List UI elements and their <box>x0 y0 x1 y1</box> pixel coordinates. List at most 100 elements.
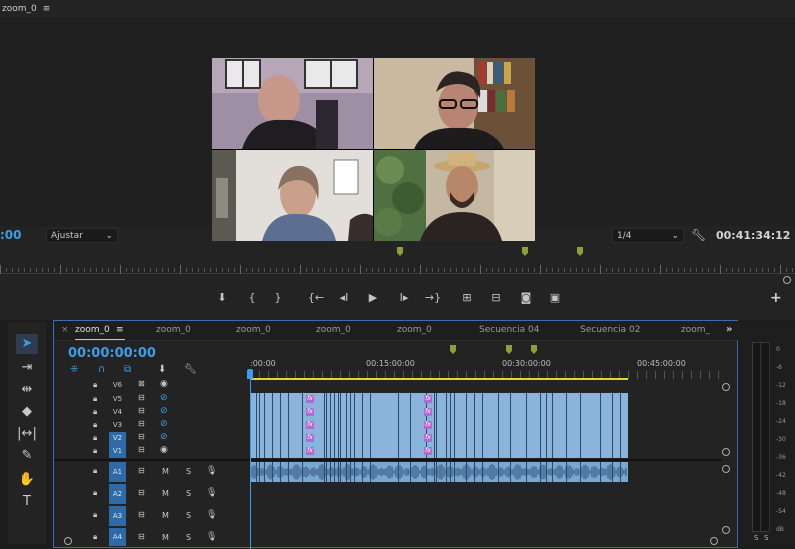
tab-menu-icon[interactable]: ≡ <box>116 325 124 335</box>
monitor-title[interactable]: zoom_0 <box>2 4 37 14</box>
slip-icon[interactable]: |↔| <box>16 424 38 444</box>
step-back-icon[interactable]: ◂Ⅰ <box>334 290 354 306</box>
mute-button[interactable]: M <box>162 533 169 542</box>
lock-icon[interactable]: 🔒︎ <box>93 446 97 456</box>
playhead-timecode[interactable]: :00 <box>0 228 22 242</box>
eye-off-icon[interactable]: ⊘ <box>160 432 168 442</box>
tab-sequence-4[interactable]: zoom_0 <box>316 325 351 335</box>
clip-strip[interactable]: fx fx <box>250 445 628 458</box>
marker[interactable] <box>577 247 583 256</box>
step-forward-icon[interactable]: Ⅰ▸ <box>394 290 414 306</box>
sync-lock-icon[interactable]: ⊠ <box>138 379 145 388</box>
track-select-icon[interactable]: ⇥ <box>16 358 38 378</box>
sync-lock-icon[interactable]: ⊟ <box>138 466 145 475</box>
eye-icon[interactable]: ◉ <box>160 445 168 455</box>
lock-icon[interactable]: 🔒︎ <box>93 394 97 404</box>
fx-badge[interactable]: fx <box>424 408 432 416</box>
ripple-edit-icon[interactable]: ⇹ <box>16 380 38 400</box>
add-icon[interactable]: + <box>770 290 782 306</box>
playback-resolution-select[interactable]: 1/4 ⌄ <box>612 228 684 243</box>
sync-lock-icon[interactable]: ⊟ <box>138 419 145 428</box>
solo-left-button[interactable]: S <box>754 534 758 542</box>
tab-sequence-7[interactable]: Secuencia 02 <box>580 325 640 335</box>
clip-strip[interactable]: fx fx <box>250 432 628 445</box>
track-name[interactable]: A4 <box>109 528 126 546</box>
zoom-fit-select[interactable]: Ajustar ⌄ <box>46 228 118 243</box>
solo-button[interactable]: S <box>186 489 191 498</box>
snap-icon[interactable]: ∩ <box>98 364 105 375</box>
wrench-icon[interactable]: 🔧︎ <box>184 364 197 375</box>
compare-icon[interactable]: ▣ <box>545 290 565 306</box>
mute-button[interactable]: M <box>162 511 169 520</box>
sequence-marker[interactable] <box>531 345 537 354</box>
lock-icon[interactable]: 🔒︎ <box>93 380 97 390</box>
lock-icon[interactable]: 🔒︎ <box>93 407 97 417</box>
mute-button[interactable]: M <box>162 467 169 476</box>
microphone-icon[interactable]: 🎙︎ <box>206 488 217 498</box>
mark-in-icon[interactable]: { <box>242 290 262 306</box>
solo-button[interactable]: S <box>186 467 191 476</box>
marker-icon[interactable]: ⬇︎ <box>212 290 232 306</box>
solo-right-button[interactable]: S <box>764 534 768 542</box>
sync-lock-icon[interactable]: ⊟ <box>138 432 145 441</box>
extract-icon[interactable]: ⊟ <box>486 290 506 306</box>
clip-strip[interactable]: fx fx <box>250 393 628 406</box>
solo-button[interactable]: S <box>186 533 191 542</box>
track-name[interactable]: V4 <box>109 406 126 419</box>
type-icon[interactable]: T <box>16 492 38 512</box>
lock-icon[interactable]: 🔒︎ <box>93 433 97 443</box>
fx-badge[interactable]: fx <box>306 395 314 403</box>
lock-icon[interactable]: 🔒︎ <box>93 420 97 430</box>
marker[interactable] <box>522 247 528 256</box>
track-scroll-handle[interactable] <box>722 526 730 534</box>
microphone-icon[interactable]: 🎙︎ <box>206 466 217 476</box>
selection-tool-icon[interactable]: ➤ <box>16 334 38 354</box>
track-name[interactable]: V3 <box>109 419 126 432</box>
fx-badge[interactable]: fx <box>306 447 314 455</box>
microphone-icon[interactable]: 🎙︎ <box>206 510 217 520</box>
tab-sequence-2[interactable]: zoom_0 <box>156 325 191 335</box>
tabs-overflow-icon[interactable]: » <box>726 324 732 335</box>
tab-sequence-5[interactable]: zoom_0 <box>397 325 432 335</box>
eye-off-icon[interactable]: ⊘ <box>160 406 168 416</box>
track-name[interactable]: V1 <box>109 445 126 458</box>
sync-lock-icon[interactable]: ⊟ <box>138 393 145 402</box>
sequence-timecode[interactable]: 00:00:00:00 <box>68 346 156 361</box>
eye-off-icon[interactable]: ⊘ <box>160 419 168 429</box>
playhead-handle[interactable] <box>247 369 253 379</box>
sequence-marker[interactable] <box>450 345 456 354</box>
fx-badge[interactable]: fx <box>306 434 314 442</box>
sync-lock-icon[interactable]: ⊟ <box>138 488 145 497</box>
clip-strip[interactable]: fx fx <box>250 406 628 419</box>
pen-icon[interactable]: ✎ <box>16 446 38 466</box>
sync-lock-icon[interactable]: ⊟ <box>138 510 145 519</box>
fx-badge[interactable]: fx <box>424 395 432 403</box>
track-scroll-handle[interactable] <box>722 448 730 456</box>
solo-button[interactable]: S <box>186 511 191 520</box>
video-frame[interactable] <box>212 58 535 241</box>
track-scroll-handle[interactable] <box>722 383 730 391</box>
camera-icon[interactable]: ◙ <box>516 290 536 306</box>
sync-lock-icon[interactable]: ⊟ <box>138 445 145 454</box>
lock-icon[interactable]: 🔒︎ <box>93 488 97 498</box>
timeline-ruler[interactable]: :00:00 00:15:00:00 00:30:00:00 00:45:00:… <box>247 343 722 381</box>
go-to-out-icon[interactable]: →} <box>423 290 443 306</box>
sequence-marker[interactable] <box>506 345 512 354</box>
zoom-scroll-handle[interactable] <box>783 276 791 284</box>
close-icon[interactable]: × <box>61 325 69 335</box>
eye-icon[interactable]: ◉ <box>160 379 168 389</box>
clip-strip[interactable]: fx fx <box>250 419 628 432</box>
track-name[interactable]: A1 <box>109 462 126 482</box>
lift-icon[interactable]: ⊞ <box>457 290 477 306</box>
eye-off-icon[interactable]: ⊘ <box>160 393 168 403</box>
sync-lock-icon[interactable]: ⊟ <box>138 406 145 415</box>
tab-sequence-1[interactable]: zoom_0 <box>75 325 110 335</box>
mark-out-icon[interactable]: } <box>268 290 288 306</box>
lock-icon[interactable]: 🔒︎ <box>93 466 97 476</box>
track-name[interactable]: V6 <box>109 379 126 392</box>
lock-icon[interactable]: 🔒︎ <box>93 532 97 542</box>
fx-badge[interactable]: fx <box>424 447 432 455</box>
nest-icon[interactable]: ⁜ <box>70 364 78 375</box>
fx-badge[interactable]: fx <box>424 434 432 442</box>
play-icon[interactable]: ▶ <box>363 290 383 306</box>
